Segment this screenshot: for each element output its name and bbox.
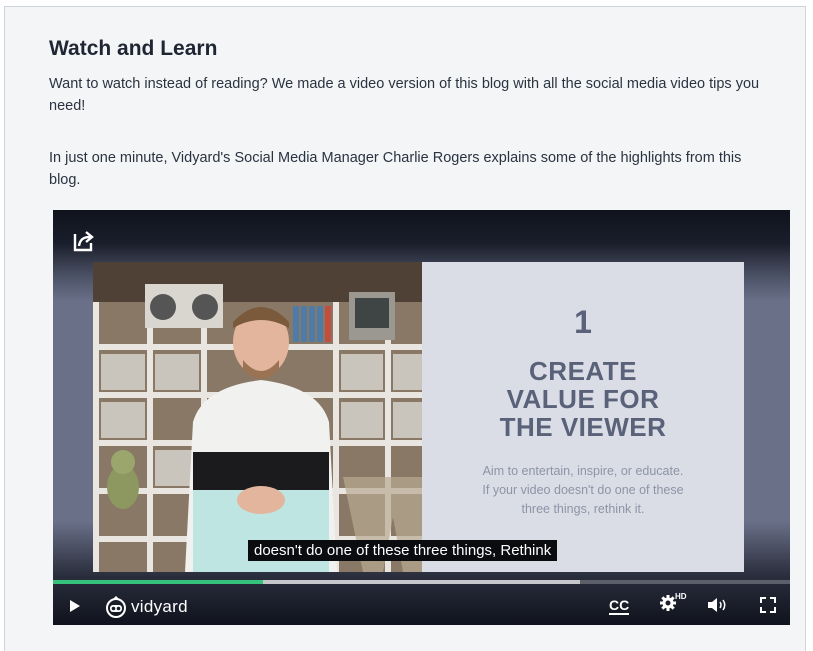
slide-title-line: THE VIEWER [499,412,667,442]
presenter-scene [93,262,422,572]
progress-played [53,580,264,584]
closed-caption: doesn't do one of these three things, Re… [248,540,558,561]
intro-paragraph: Want to watch instead of reading? We mad… [49,76,760,114]
slide-title-line: VALUE FOR [506,384,660,414]
video-player[interactable]: 1 CREATE VALUE FOR THE VIEWER Aim to ent… [53,210,790,625]
slide-subtitle: Aim to entertain, inspire, or educate. I… [422,462,744,519]
section-heading: Watch and Learn [49,37,218,60]
slide-subtitle-line: If your video doesn't do one of these [482,483,684,497]
slide-title-line: CREATE [529,356,637,386]
vidyard-logo[interactable]: vidyard [105,596,188,618]
control-bar: vidyard CC HD [53,588,790,625]
video-frame[interactable]: 1 CREATE VALUE FOR THE VIEWER Aim to ent… [93,262,744,572]
share-icon[interactable] [71,228,97,254]
title-slide: 1 CREATE VALUE FOR THE VIEWER Aim to ent… [422,262,744,572]
fullscreen-icon[interactable] [760,597,776,618]
slide-subtitle-line: three things, rethink it. [521,502,645,516]
description-paragraph: In just one minute, Vidyard's Social Med… [49,150,742,188]
hd-badge: HD [675,592,687,601]
slide-subtitle-line: Aim to entertain, inspire, or educate. [482,464,684,478]
volume-icon[interactable] [707,597,729,618]
play-icon[interactable] [69,599,81,618]
closed-captions-button[interactable]: CC [609,598,630,615]
progress-bar[interactable] [53,580,790,584]
slide-title: CREATE VALUE FOR THE VIEWER [422,357,744,441]
slide-number: 1 [574,304,592,340]
vidyard-logo-icon [106,596,126,618]
brand-text: vidyard [131,597,188,616]
